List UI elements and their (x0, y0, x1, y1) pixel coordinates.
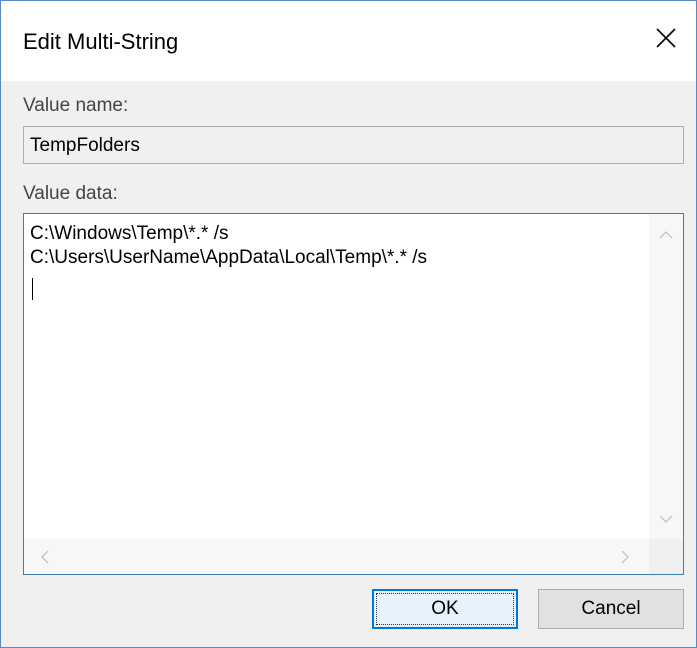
scroll-up-icon[interactable] (649, 218, 683, 252)
ok-button[interactable]: OK (372, 589, 518, 629)
scrollbar-corner (649, 539, 683, 574)
value-data-label: Value data: (23, 183, 118, 204)
value-name-field: TempFolders (23, 126, 684, 164)
scroll-left-icon[interactable] (28, 540, 62, 574)
title-bar[interactable]: Edit Multi-String (1, 1, 696, 81)
scroll-down-icon[interactable] (649, 502, 683, 536)
focus-rectangle (376, 593, 514, 625)
close-button[interactable] (641, 13, 691, 63)
text-caret (32, 278, 33, 300)
cancel-button-label: Cancel (581, 598, 641, 619)
value-data-text: C:\Windows\Temp\*.* /s C:\Users\UserName… (30, 223, 428, 268)
horizontal-scrollbar[interactable] (24, 539, 649, 574)
value-data-textarea[interactable]: C:\Windows\Temp\*.* /s C:\Users\UserName… (23, 213, 684, 575)
cancel-button[interactable]: Cancel (538, 589, 684, 629)
dialog-title: Edit Multi-String (23, 29, 179, 54)
edit-multi-string-dialog: Edit Multi-String Value name: TempFolder… (0, 0, 697, 648)
close-icon (655, 27, 677, 49)
value-name-label: Value name: (23, 95, 129, 116)
vertical-scrollbar[interactable] (649, 214, 683, 539)
scroll-right-icon[interactable] (608, 540, 642, 574)
